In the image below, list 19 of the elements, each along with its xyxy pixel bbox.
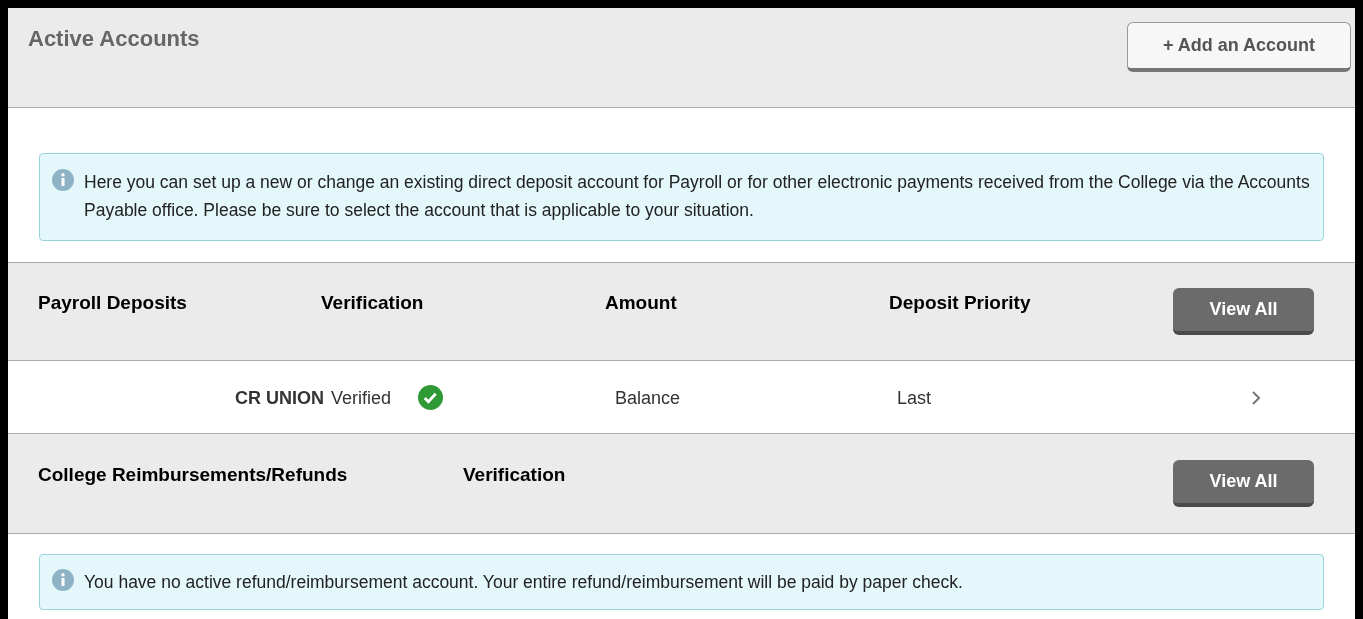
verification-status: Verified: [331, 387, 392, 410]
column-header: Verification: [463, 463, 566, 487]
chevron-right-icon[interactable]: [1251, 390, 1261, 406]
priority-value: Last: [897, 387, 932, 410]
page-title: Active Accounts: [28, 25, 200, 53]
view-all-button[interactable]: View All: [1173, 460, 1314, 507]
amount-value: Balance: [615, 387, 681, 410]
info-icon: [52, 569, 74, 591]
column-header: Deposit Priority: [889, 291, 1031, 315]
view-all-button[interactable]: View All: [1173, 288, 1314, 335]
column-header: Payroll Deposits: [38, 291, 187, 315]
column-header: Verification: [321, 291, 424, 315]
account-name: CR UNION: [235, 387, 324, 410]
info-icon: [52, 169, 74, 191]
column-header: Amount: [605, 291, 677, 315]
add-account-button[interactable]: + Add an Account: [1127, 22, 1351, 72]
column-header: College Reimbursements/Refunds: [38, 463, 348, 487]
info-text: Here you can set up a new or change an existing direct deposit account for Payroll or for other electronic payments received from the College via the Accounts Payable office. Please be sure to select the account that is applicable to your situation.: [84, 171, 1311, 222]
info-text: You have no active refund/reimbursement account. Your entire refund/reimbursement will be paid by paper check.: [84, 571, 963, 594]
